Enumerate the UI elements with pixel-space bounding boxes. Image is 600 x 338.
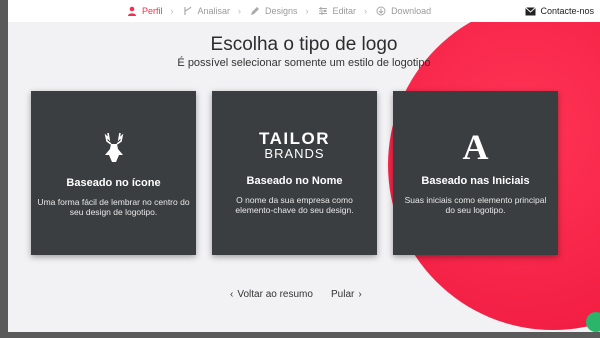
contact-link[interactable]: Contacte-nos [525, 0, 594, 22]
step-label: Analisar [197, 6, 231, 16]
back-to-summary-link[interactable]: ‹ Voltar ao resumo [230, 289, 313, 300]
logo-type-card-initials[interactable]: A Baseado nas Iniciais Suas iniciais com… [393, 91, 558, 255]
chat-button[interactable] [586, 312, 600, 332]
step-designs[interactable]: Designs [249, 5, 298, 17]
step-perfil[interactable]: Perfil [126, 5, 163, 17]
sliders-icon [317, 5, 329, 17]
logo-type-card-name[interactable]: TAILOR BRANDS Baseado no Nome O nome da … [212, 91, 377, 255]
envelope-icon [525, 6, 537, 16]
page-title: Escolha o tipo de logo [210, 34, 398, 55]
chevron-right-icon: › [364, 6, 368, 16]
page: Perfil › Analisar › Designs › Editar › D… [8, 0, 600, 332]
card-description: O nome da sua empresa como elemento-chav… [235, 195, 354, 215]
screenshot-shadow-bottom [0, 332, 600, 338]
card-description: Suas iniciais como elemento principal do… [404, 195, 547, 215]
card-title: Baseado no Nome [246, 175, 343, 187]
wordmark-line-2: BRANDS [264, 146, 325, 161]
skip-link[interactable]: Pular › [331, 289, 362, 300]
skip-label: Pular [331, 289, 355, 300]
initial-letter: A [462, 127, 489, 167]
top-bar: Perfil › Analisar › Designs › Editar › D… [8, 0, 600, 22]
download-icon [375, 5, 387, 17]
wordmark-line-1: TAILOR [258, 129, 330, 148]
wordmark: TAILOR BRANDS [212, 129, 377, 161]
page-subtitle: É possível selecionar somente um estilo … [177, 57, 431, 69]
step-label: Editar [332, 6, 357, 16]
chevron-right-icon: › [238, 6, 242, 16]
logo-type-card-icon[interactable]: Baseado no ícone Uma forma fácil de lemb… [31, 91, 196, 255]
chevron-right-icon: › [358, 289, 362, 300]
chevron-right-icon: › [305, 6, 309, 16]
back-label: Voltar ao resumo [237, 289, 313, 300]
deer-icon [31, 131, 196, 165]
progress-steps: Perfil › Analisar › Designs › Editar › D… [126, 0, 437, 22]
screenshot-shadow-left [0, 0, 8, 338]
chevron-right-icon: › [170, 6, 174, 16]
card-title: Baseado nas Iniciais [421, 175, 530, 187]
card-description: Uma forma fácil de lembrar no centro do … [37, 197, 190, 217]
step-label: Designs [265, 6, 298, 16]
step-analisar[interactable]: Analisar [182, 5, 231, 17]
person-icon [126, 5, 138, 17]
step-label: Perfil [142, 6, 163, 16]
chevron-left-icon: ‹ [230, 289, 234, 300]
step-editar[interactable]: Editar [317, 5, 357, 17]
card-title: Baseado no ícone [66, 177, 161, 189]
analyze-icon [182, 5, 194, 17]
step-label: Download [391, 6, 432, 16]
pencil-icon [249, 5, 261, 17]
contact-label: Contacte-nos [540, 6, 594, 16]
step-download[interactable]: Download [375, 5, 431, 17]
